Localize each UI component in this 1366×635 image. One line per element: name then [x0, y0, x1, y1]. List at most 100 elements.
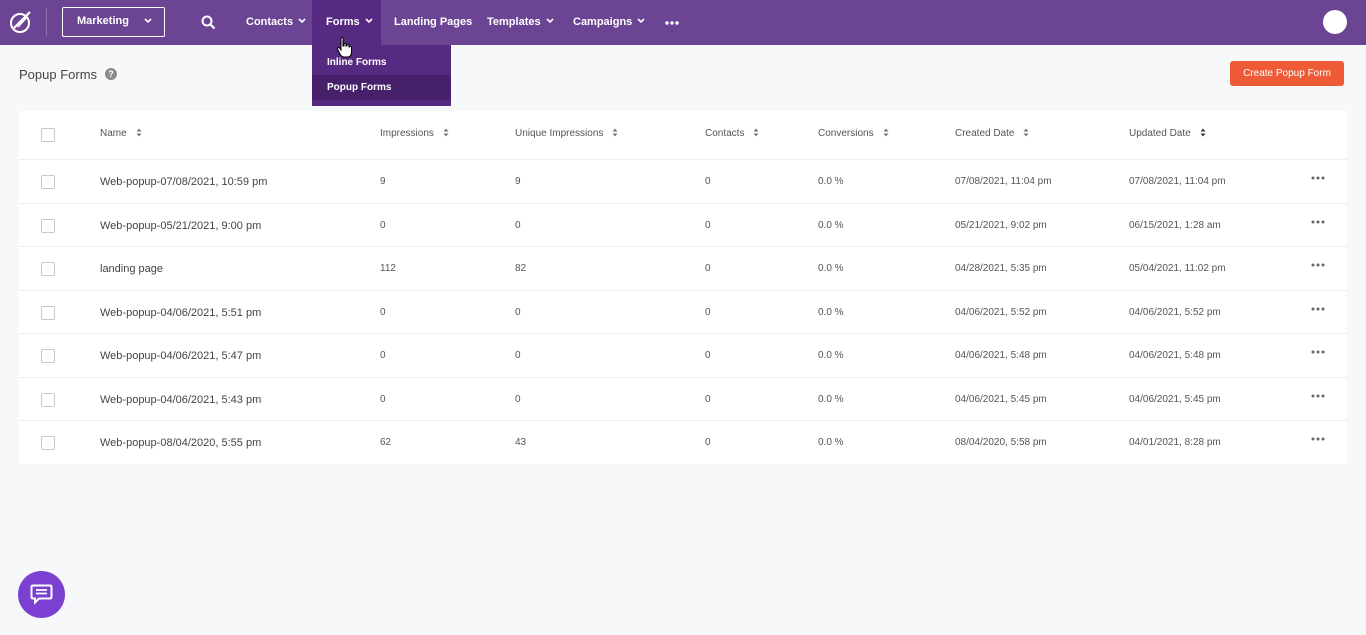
cell-name[interactable]: Web-popup-07/08/2021, 10:59 pm [100, 176, 267, 188]
cell-name[interactable]: Web-popup-04/06/2021, 5:51 pm [100, 307, 261, 319]
sort-icon [883, 128, 889, 137]
row-checkbox[interactable] [41, 262, 55, 276]
cell-updated-date: 05/04/2021, 11:02 pm [1129, 263, 1226, 274]
cell-unique-impressions: 0 [515, 220, 521, 231]
cell-created-date: 08/04/2020, 5:58 pm [955, 437, 1047, 448]
popup-forms-table: Name Impressions Unique Impressions Cont… [19, 111, 1347, 464]
table-row[interactable]: Web-popup-04/06/2021, 5:51 pm 0 0 0 0.0 % 04/… [19, 291, 1347, 334]
brand-logo-icon[interactable] [9, 10, 33, 34]
cell-unique-impressions: 0 [515, 307, 521, 318]
page-title: Popup Forms [19, 67, 98, 82]
column-header-label: Impressions [380, 128, 434, 139]
nav-campaigns[interactable]: Campaigns [573, 0, 645, 45]
cell-created-date: 04/06/2021, 5:45 pm [955, 394, 1047, 405]
cell-conversions: 0.0 % [818, 263, 844, 274]
cell-conversions: 0.0 % [818, 437, 844, 448]
column-header-impressions[interactable]: Impressions [380, 128, 449, 139]
nav-templates[interactable]: Templates [487, 0, 554, 45]
cell-created-date: 04/06/2021, 5:48 pm [955, 350, 1047, 361]
cell-created-date: 04/28/2021, 5:35 pm [955, 263, 1047, 274]
column-header-label: Name [100, 128, 127, 139]
cell-created-date: 05/21/2021, 9:02 pm [955, 220, 1047, 231]
sort-icon [443, 128, 449, 137]
menu-item-inline-forms[interactable]: Inline Forms [312, 50, 451, 75]
nav-templates-label: Templates [487, 16, 541, 28]
cell-impressions: 0 [380, 307, 386, 318]
column-header-created-date[interactable]: Created Date [955, 128, 1029, 139]
cell-conversions: 0.0 % [818, 350, 844, 361]
cell-name[interactable]: landing page [100, 263, 163, 275]
cell-contacts: 0 [705, 263, 711, 274]
create-popup-form-button[interactable]: Create Popup Form [1230, 61, 1344, 86]
table-row[interactable]: Web-popup-07/08/2021, 10:59 pm 9 9 0 0.0 % 07… [19, 160, 1347, 204]
cell-updated-date: 07/08/2021, 11:04 pm [1129, 176, 1226, 187]
more-options-icon[interactable] [665, 21, 679, 25]
column-header-updated-date[interactable]: Updated Date [1129, 128, 1206, 139]
table-row[interactable]: Web-popup-05/21/2021, 9:00 pm 0 0 0 0.0 % 05/… [19, 204, 1347, 247]
chevron-down-icon [298, 18, 306, 24]
row-actions-icon[interactable] [1311, 394, 1325, 398]
column-header-label: Created Date [955, 128, 1015, 139]
row-checkbox[interactable] [41, 436, 55, 450]
app-switcher-dropdown[interactable]: Marketing [62, 7, 165, 37]
row-checkbox[interactable] [41, 175, 55, 189]
select-all-checkbox[interactable] [41, 128, 55, 142]
table-row[interactable]: Web-popup-04/06/2021, 5:47 pm 0 0 0 0.0 % 04/… [19, 334, 1347, 378]
cell-unique-impressions: 9 [515, 176, 521, 187]
cell-name[interactable]: Web-popup-05/21/2021, 9:00 pm [100, 220, 261, 232]
chevron-down-icon [546, 18, 554, 24]
nav-campaigns-label: Campaigns [573, 16, 633, 28]
top-navigation: Marketing Contacts Forms Landing Pages T… [0, 0, 1366, 45]
user-avatar[interactable] [1323, 10, 1347, 34]
column-header-unique-impressions[interactable]: Unique Impressions [515, 128, 618, 139]
row-actions-icon[interactable] [1311, 263, 1325, 267]
search-icon[interactable] [201, 15, 216, 30]
row-checkbox[interactable] [41, 306, 55, 320]
row-checkbox[interactable] [41, 393, 55, 407]
cell-contacts: 0 [705, 220, 711, 231]
column-header-contacts[interactable]: Contacts [705, 128, 759, 139]
column-header-name[interactable]: Name [100, 128, 142, 139]
cell-contacts: 0 [705, 437, 711, 448]
chevron-down-icon [365, 18, 373, 24]
table-row[interactable]: Web-popup-04/06/2021, 5:43 pm 0 0 0 0.0 % 04/… [19, 378, 1347, 421]
cell-name[interactable]: Web-popup-08/04/2020, 5:55 pm [100, 437, 261, 449]
row-actions-icon[interactable] [1311, 176, 1325, 180]
cell-name[interactable]: Web-popup-04/06/2021, 5:43 pm [100, 394, 261, 406]
cell-updated-date: 04/01/2021, 8:28 pm [1129, 437, 1221, 448]
row-checkbox[interactable] [41, 219, 55, 233]
nav-forms-label: Forms [326, 16, 360, 28]
nav-landing-pages[interactable]: Landing Pages [394, 0, 472, 45]
cell-updated-date: 04/06/2021, 5:52 pm [1129, 307, 1221, 318]
row-actions-icon[interactable] [1311, 220, 1325, 224]
table-row[interactable]: Web-popup-08/04/2020, 5:55 pm 62 43 0 0.0 % 0… [19, 421, 1347, 464]
cell-conversions: 0.0 % [818, 220, 844, 231]
help-icon[interactable]: ? [105, 68, 117, 80]
nav-landing-pages-label: Landing Pages [394, 16, 473, 28]
cell-impressions: 0 [380, 350, 386, 361]
cell-created-date: 04/06/2021, 5:52 pm [955, 307, 1047, 318]
column-header-conversions[interactable]: Conversions [818, 128, 889, 139]
cell-unique-impressions: 0 [515, 350, 521, 361]
cell-updated-date: 06/15/2021, 1:28 am [1129, 220, 1221, 231]
forms-dropdown-menu: Inline Forms Popup Forms [312, 45, 451, 106]
cell-name[interactable]: Web-popup-04/06/2021, 5:47 pm [100, 350, 261, 362]
column-header-label: Contacts [705, 128, 745, 139]
chat-widget-button[interactable] [18, 571, 65, 618]
logo-divider [46, 8, 47, 36]
cell-contacts: 0 [705, 307, 711, 318]
app-switcher-label: Marketing [77, 15, 129, 27]
table-row[interactable]: landing page 112 82 0 0.0 % 04/28/2021, 5:35 … [19, 247, 1347, 291]
row-checkbox[interactable] [41, 349, 55, 363]
nav-contacts[interactable]: Contacts [246, 0, 306, 45]
row-actions-icon[interactable] [1311, 350, 1325, 354]
column-header-label: Updated Date [1129, 128, 1191, 139]
cell-unique-impressions: 43 [515, 437, 527, 448]
sort-icon [753, 128, 759, 137]
menu-item-popup-forms[interactable]: Popup Forms [312, 75, 451, 100]
sort-icon [1023, 128, 1029, 137]
chevron-down-icon [144, 18, 152, 24]
row-actions-icon[interactable] [1311, 307, 1325, 311]
cell-impressions: 112 [380, 263, 396, 274]
row-actions-icon[interactable] [1311, 437, 1325, 441]
